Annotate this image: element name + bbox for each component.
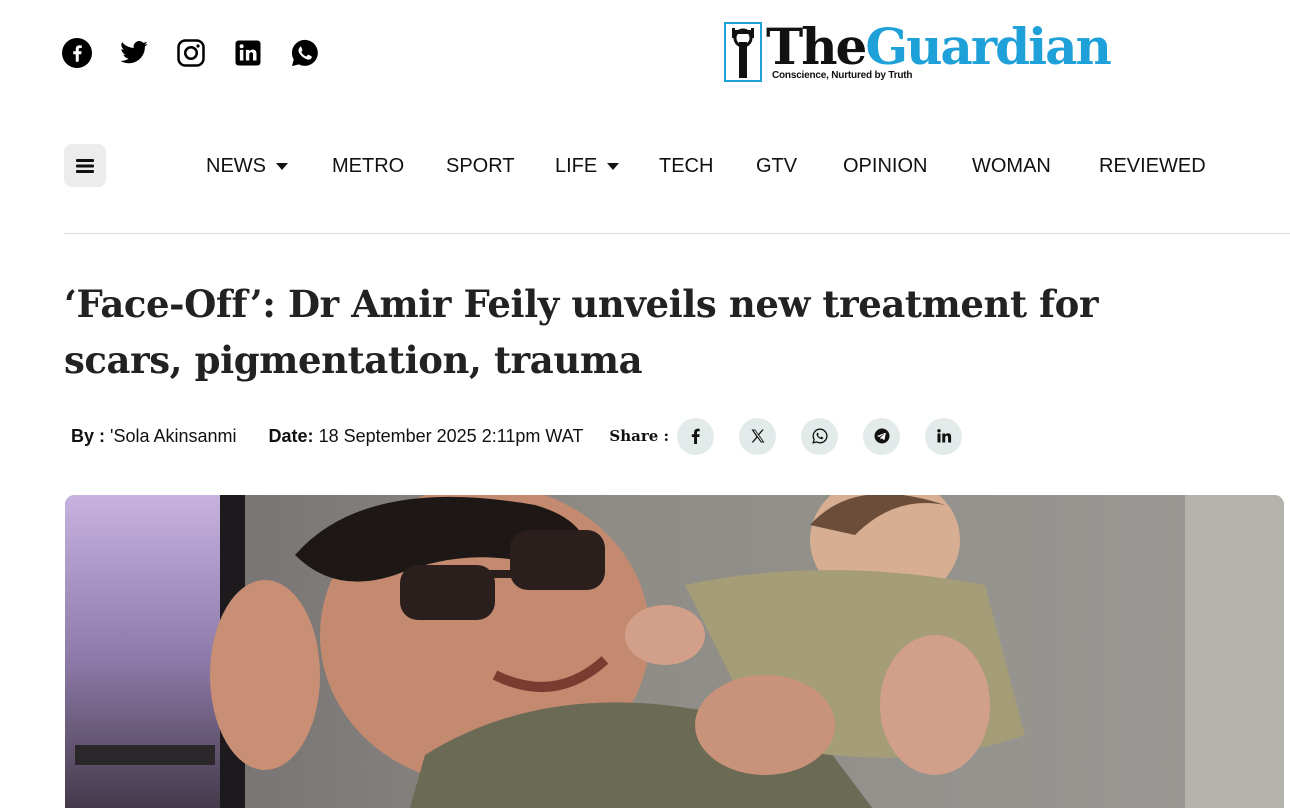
share-telegram-button[interactable] (863, 417, 901, 455)
caret-down-icon (607, 162, 620, 170)
logo-guardian: Guardian (865, 17, 1111, 76)
nav-item-label: LIFE (555, 155, 598, 177)
nav-item-tech[interactable]: TECH (659, 152, 713, 180)
nav-item-woman[interactable]: WOMAN (972, 152, 1051, 180)
linkedin-icon (936, 429, 951, 443)
date-label: Date: (268, 425, 314, 446)
share-label: Share : (609, 427, 670, 445)
nav-item-label: REVIEWED (1099, 155, 1206, 177)
nav-item-label: NEWS (206, 155, 266, 177)
facebook-icon (691, 428, 700, 444)
x-icon (751, 429, 765, 443)
site-logo[interactable]: TheGuardian Conscience, Nurtured by Trut… (724, 22, 1112, 82)
whatsapp-icon (811, 428, 828, 444)
nav-item-sport[interactable]: SPORT (446, 152, 515, 180)
nav-item-metro[interactable]: METRO (332, 152, 404, 180)
linkedin-icon[interactable] (233, 36, 263, 70)
author-name[interactable]: 'Sola Akinsanmi (110, 426, 237, 446)
telegram-icon (874, 428, 890, 444)
article-meta: By : 'Sola Akinsanmi Date: 18 September … (71, 417, 987, 455)
instagram-icon[interactable] (176, 36, 206, 70)
whatsapp-icon[interactable] (290, 36, 320, 70)
author-line: By : 'Sola Akinsanmi (71, 426, 237, 447)
header-divider (64, 233, 1290, 234)
article-hero-image[interactable] (65, 495, 1284, 808)
nav-item-opinion[interactable]: OPINION (843, 152, 927, 180)
share-x-button[interactable] (739, 417, 777, 455)
by-label: By : (71, 425, 106, 446)
share-linkedin-button[interactable] (925, 417, 963, 455)
nav-item-life[interactable]: LIFE (555, 152, 620, 180)
date-line: Date: 18 September 2025 2:11pm WAT (269, 426, 584, 447)
article-headline: ‘Face-Off’: Dr Amir Feily unveils new tr… (64, 282, 1099, 382)
nav-item-label: METRO (332, 155, 405, 177)
logo-the: The (766, 17, 867, 76)
hero-photo (65, 495, 1284, 808)
nav-item-label: SPORT (446, 155, 515, 177)
main-nav: NEWS METRO SPORT LIFE TECH GTV OPINION W… (0, 152, 1290, 180)
nav-item-news[interactable]: NEWS (206, 152, 288, 180)
nav-item-gtv[interactable]: GTV (756, 152, 797, 180)
logo-wordmark: TheGuardian (766, 22, 1112, 72)
facebook-icon[interactable] (62, 36, 92, 70)
share-whatsapp-button[interactable] (801, 417, 839, 455)
social-links (62, 36, 347, 70)
nav-item-reviewed[interactable]: REVIEWED (1099, 152, 1206, 180)
logo-emblem-icon (724, 22, 762, 82)
share-facebook-button[interactable] (677, 417, 715, 455)
twitter-icon[interactable] (119, 36, 149, 70)
nav-item-label: GTV (756, 155, 798, 177)
publish-date: 18 September 2025 2:11pm WAT (318, 425, 584, 446)
caret-down-icon (276, 162, 288, 170)
nav-item-label: WOMAN (972, 155, 1051, 177)
logo-tagline: Conscience, Nurtured by Truth (772, 70, 913, 81)
nav-item-label: TECH (659, 155, 714, 177)
nav-item-label: OPINION (843, 155, 928, 177)
